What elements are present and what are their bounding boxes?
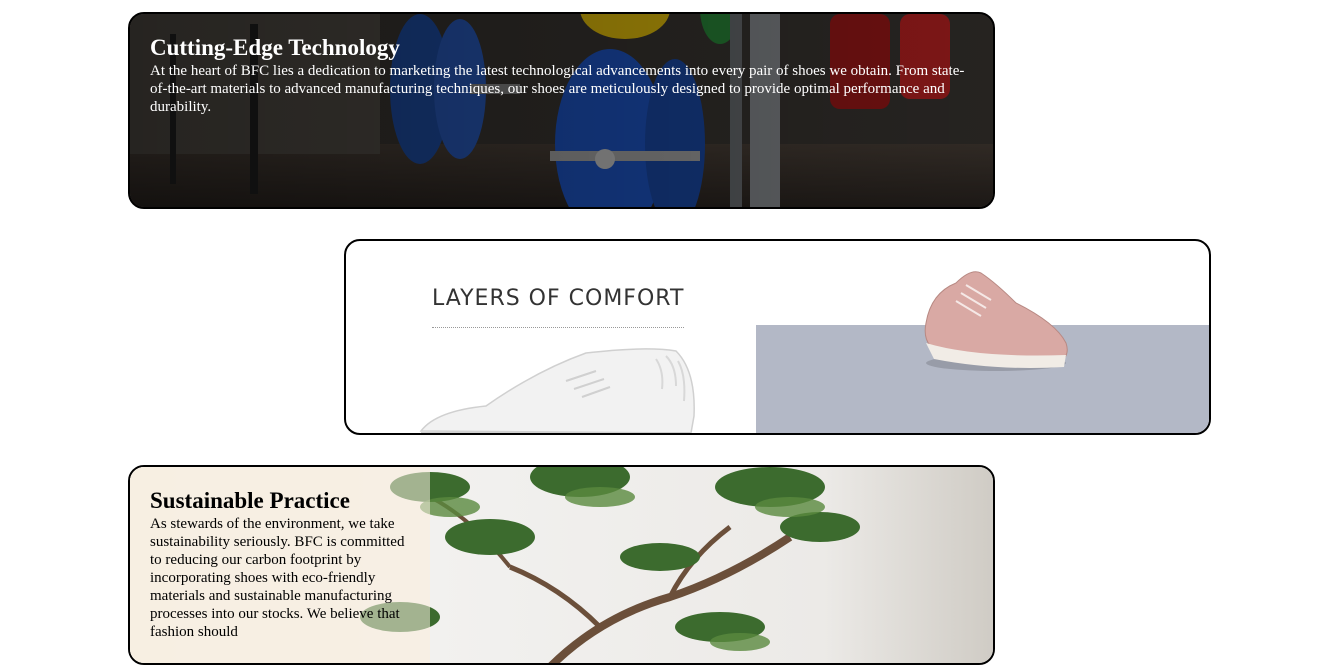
sustainability-title: Sustainable Practice [150, 488, 350, 513]
comfort-divider [432, 327, 684, 328]
technology-description: At the heart of BFC lies a dedication to… [150, 63, 965, 115]
sustainability-card: Sustainable Practice As stewards of the … [128, 465, 995, 665]
comfort-card: LAYERS OF COMFORT [344, 239, 1211, 435]
white-shoe-image [419, 348, 695, 433]
sustainability-text: Sustainable Practice As stewards of the … [150, 487, 405, 641]
technology-card: Cutting-Edge Technology At the heart of … [128, 12, 995, 209]
technology-title: Cutting-Edge Technology [150, 35, 400, 60]
comfort-heading: LAYERS OF COMFORT [432, 286, 685, 311]
pink-shoe-image [924, 271, 1068, 371]
technology-text: Cutting-Edge Technology At the heart of … [150, 34, 970, 116]
sustainability-description: As stewards of the environment, we take … [150, 516, 405, 640]
